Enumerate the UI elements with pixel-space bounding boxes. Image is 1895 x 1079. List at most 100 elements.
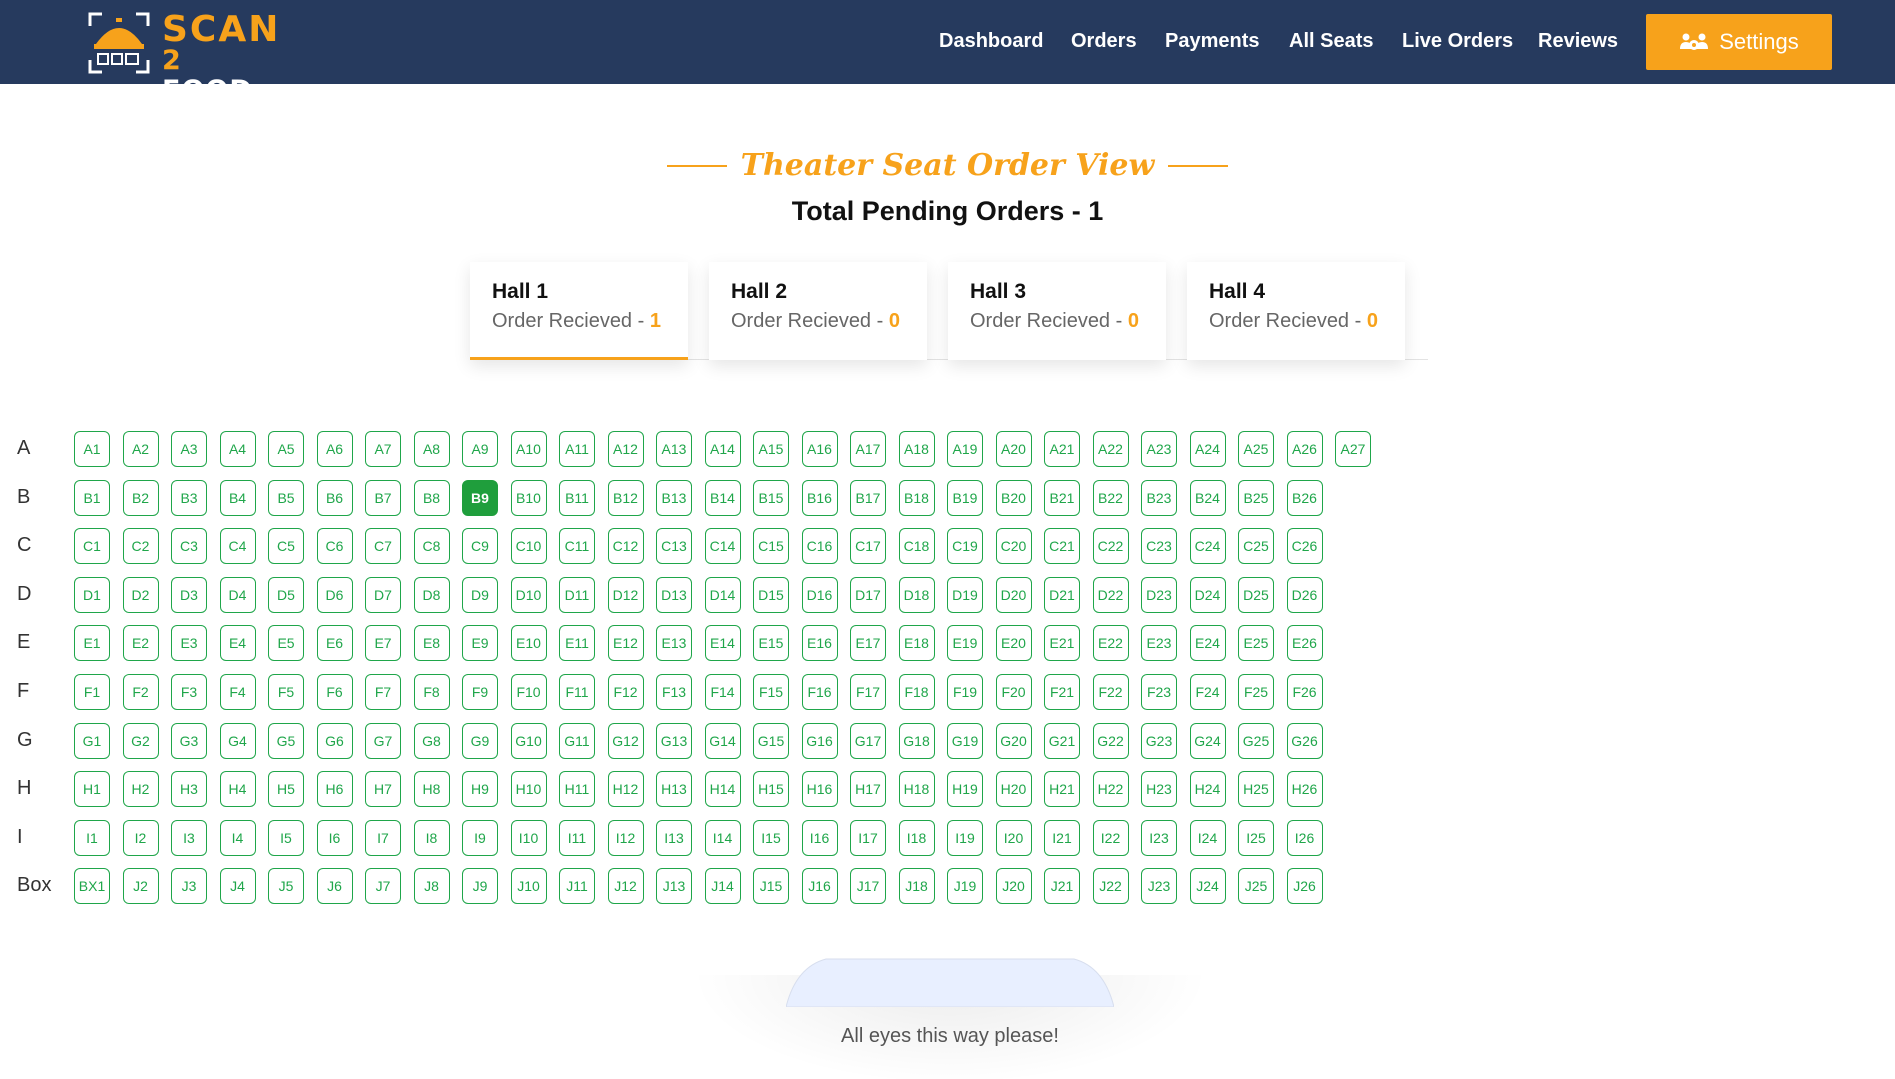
seat[interactable]: E15 xyxy=(753,625,789,662)
seat[interactable]: G9 xyxy=(462,722,498,759)
seat[interactable]: H25 xyxy=(1238,771,1274,808)
seat[interactable]: J23 xyxy=(1141,868,1177,905)
seat[interactable]: G3 xyxy=(171,722,207,759)
seat[interactable]: H9 xyxy=(462,771,498,808)
seat[interactable]: D16 xyxy=(801,576,838,613)
seat[interactable]: D22 xyxy=(1092,576,1129,613)
seat[interactable]: B20 xyxy=(995,479,1032,516)
seat[interactable]: D26 xyxy=(1286,576,1323,613)
seat[interactable]: A8 xyxy=(413,431,450,467)
seat[interactable]: E18 xyxy=(898,625,935,662)
seat[interactable]: A11 xyxy=(559,431,595,467)
seat[interactable]: E12 xyxy=(607,625,644,662)
seat[interactable]: A7 xyxy=(365,431,401,467)
seat[interactable]: B11 xyxy=(559,479,595,516)
seat[interactable]: I9 xyxy=(462,819,498,856)
seat[interactable]: G20 xyxy=(995,722,1032,759)
seat[interactable]: D7 xyxy=(365,576,401,613)
tab-hall-2[interactable]: Hall 2 Order Recieved - 0 xyxy=(709,262,927,360)
seat[interactable]: A10 xyxy=(510,431,547,467)
seat[interactable]: F7 xyxy=(365,674,401,710)
seat[interactable]: E17 xyxy=(850,625,886,662)
seat[interactable]: C7 xyxy=(365,528,401,565)
seat[interactable]: B12 xyxy=(607,479,644,516)
seat[interactable]: F24 xyxy=(1189,674,1226,710)
seat[interactable]: B5 xyxy=(268,479,304,516)
seat[interactable]: F14 xyxy=(704,674,741,710)
seat[interactable]: I24 xyxy=(1189,819,1226,856)
seat[interactable]: D21 xyxy=(1044,576,1080,613)
seat[interactable]: J5 xyxy=(268,868,304,905)
seat[interactable]: J4 xyxy=(219,868,256,905)
seat[interactable]: H23 xyxy=(1141,771,1177,808)
seat[interactable]: B19 xyxy=(947,479,983,516)
seat[interactable]: C19 xyxy=(947,528,983,565)
seat[interactable]: J22 xyxy=(1092,868,1129,905)
seat[interactable]: F3 xyxy=(171,674,207,710)
seat[interactable]: B3 xyxy=(171,479,207,516)
seat[interactable]: D2 xyxy=(122,576,159,613)
seat[interactable]: E19 xyxy=(947,625,983,662)
seat[interactable]: I12 xyxy=(607,819,644,856)
seat[interactable]: C24 xyxy=(1189,528,1226,565)
seat[interactable]: G22 xyxy=(1092,722,1129,759)
seat[interactable]: I23 xyxy=(1141,819,1177,856)
seat[interactable]: F12 xyxy=(607,674,644,710)
seat[interactable]: A18 xyxy=(898,431,935,467)
seat[interactable]: A13 xyxy=(656,431,692,467)
seat[interactable]: G13 xyxy=(656,722,692,759)
seat[interactable]: D5 xyxy=(268,576,304,613)
seat[interactable]: H16 xyxy=(801,771,838,808)
seat[interactable]: H24 xyxy=(1189,771,1226,808)
seat[interactable]: B6 xyxy=(316,479,353,516)
seat[interactable]: A23 xyxy=(1141,431,1177,467)
seat[interactable]: H21 xyxy=(1044,771,1080,808)
seat[interactable]: G1 xyxy=(74,722,110,759)
seat[interactable]: E21 xyxy=(1044,625,1080,662)
seat[interactable]: B2 xyxy=(122,479,159,516)
seat-occupied[interactable]: B9 xyxy=(462,479,498,516)
seat[interactable]: A20 xyxy=(995,431,1032,467)
seat[interactable]: G25 xyxy=(1238,722,1274,759)
seat[interactable]: A15 xyxy=(753,431,789,467)
seat[interactable]: F20 xyxy=(995,674,1032,710)
seat[interactable]: B21 xyxy=(1044,479,1080,516)
seat[interactable]: E10 xyxy=(510,625,547,662)
seat[interactable]: E25 xyxy=(1238,625,1274,662)
seat[interactable]: C3 xyxy=(171,528,207,565)
seat[interactable]: A21 xyxy=(1044,431,1080,467)
seat[interactable]: A26 xyxy=(1286,431,1323,467)
seat[interactable]: G2 xyxy=(122,722,159,759)
seat[interactable]: J12 xyxy=(607,868,644,905)
seat[interactable]: E4 xyxy=(219,625,256,662)
seat[interactable]: B17 xyxy=(850,479,886,516)
seat[interactable]: G17 xyxy=(850,722,886,759)
seat[interactable]: A24 xyxy=(1189,431,1226,467)
seat[interactable]: F21 xyxy=(1044,674,1080,710)
seat[interactable]: J10 xyxy=(510,868,547,905)
seat[interactable]: A12 xyxy=(607,431,644,467)
seat[interactable]: C25 xyxy=(1238,528,1274,565)
seat[interactable]: G12 xyxy=(607,722,644,759)
seat[interactable]: B14 xyxy=(704,479,741,516)
seat[interactable]: E23 xyxy=(1141,625,1177,662)
seat[interactable]: H19 xyxy=(947,771,983,808)
seat[interactable]: G5 xyxy=(268,722,304,759)
seat[interactable]: D15 xyxy=(753,576,789,613)
seat[interactable]: G24 xyxy=(1189,722,1226,759)
seat[interactable]: G18 xyxy=(898,722,935,759)
seat[interactable]: E13 xyxy=(656,625,692,662)
seat[interactable]: A19 xyxy=(947,431,983,467)
seat[interactable]: H17 xyxy=(850,771,886,808)
seat[interactable]: I5 xyxy=(268,819,304,856)
seat[interactable]: G14 xyxy=(704,722,741,759)
seat[interactable]: D8 xyxy=(413,576,450,613)
seat[interactable]: J8 xyxy=(413,868,450,905)
seat[interactable]: J20 xyxy=(995,868,1032,905)
seat[interactable]: A25 xyxy=(1238,431,1274,467)
seat[interactable]: I22 xyxy=(1092,819,1129,856)
seat[interactable]: H12 xyxy=(607,771,644,808)
seat[interactable]: F1 xyxy=(74,674,110,710)
seat[interactable]: G26 xyxy=(1286,722,1323,759)
seat[interactable]: G6 xyxy=(316,722,353,759)
